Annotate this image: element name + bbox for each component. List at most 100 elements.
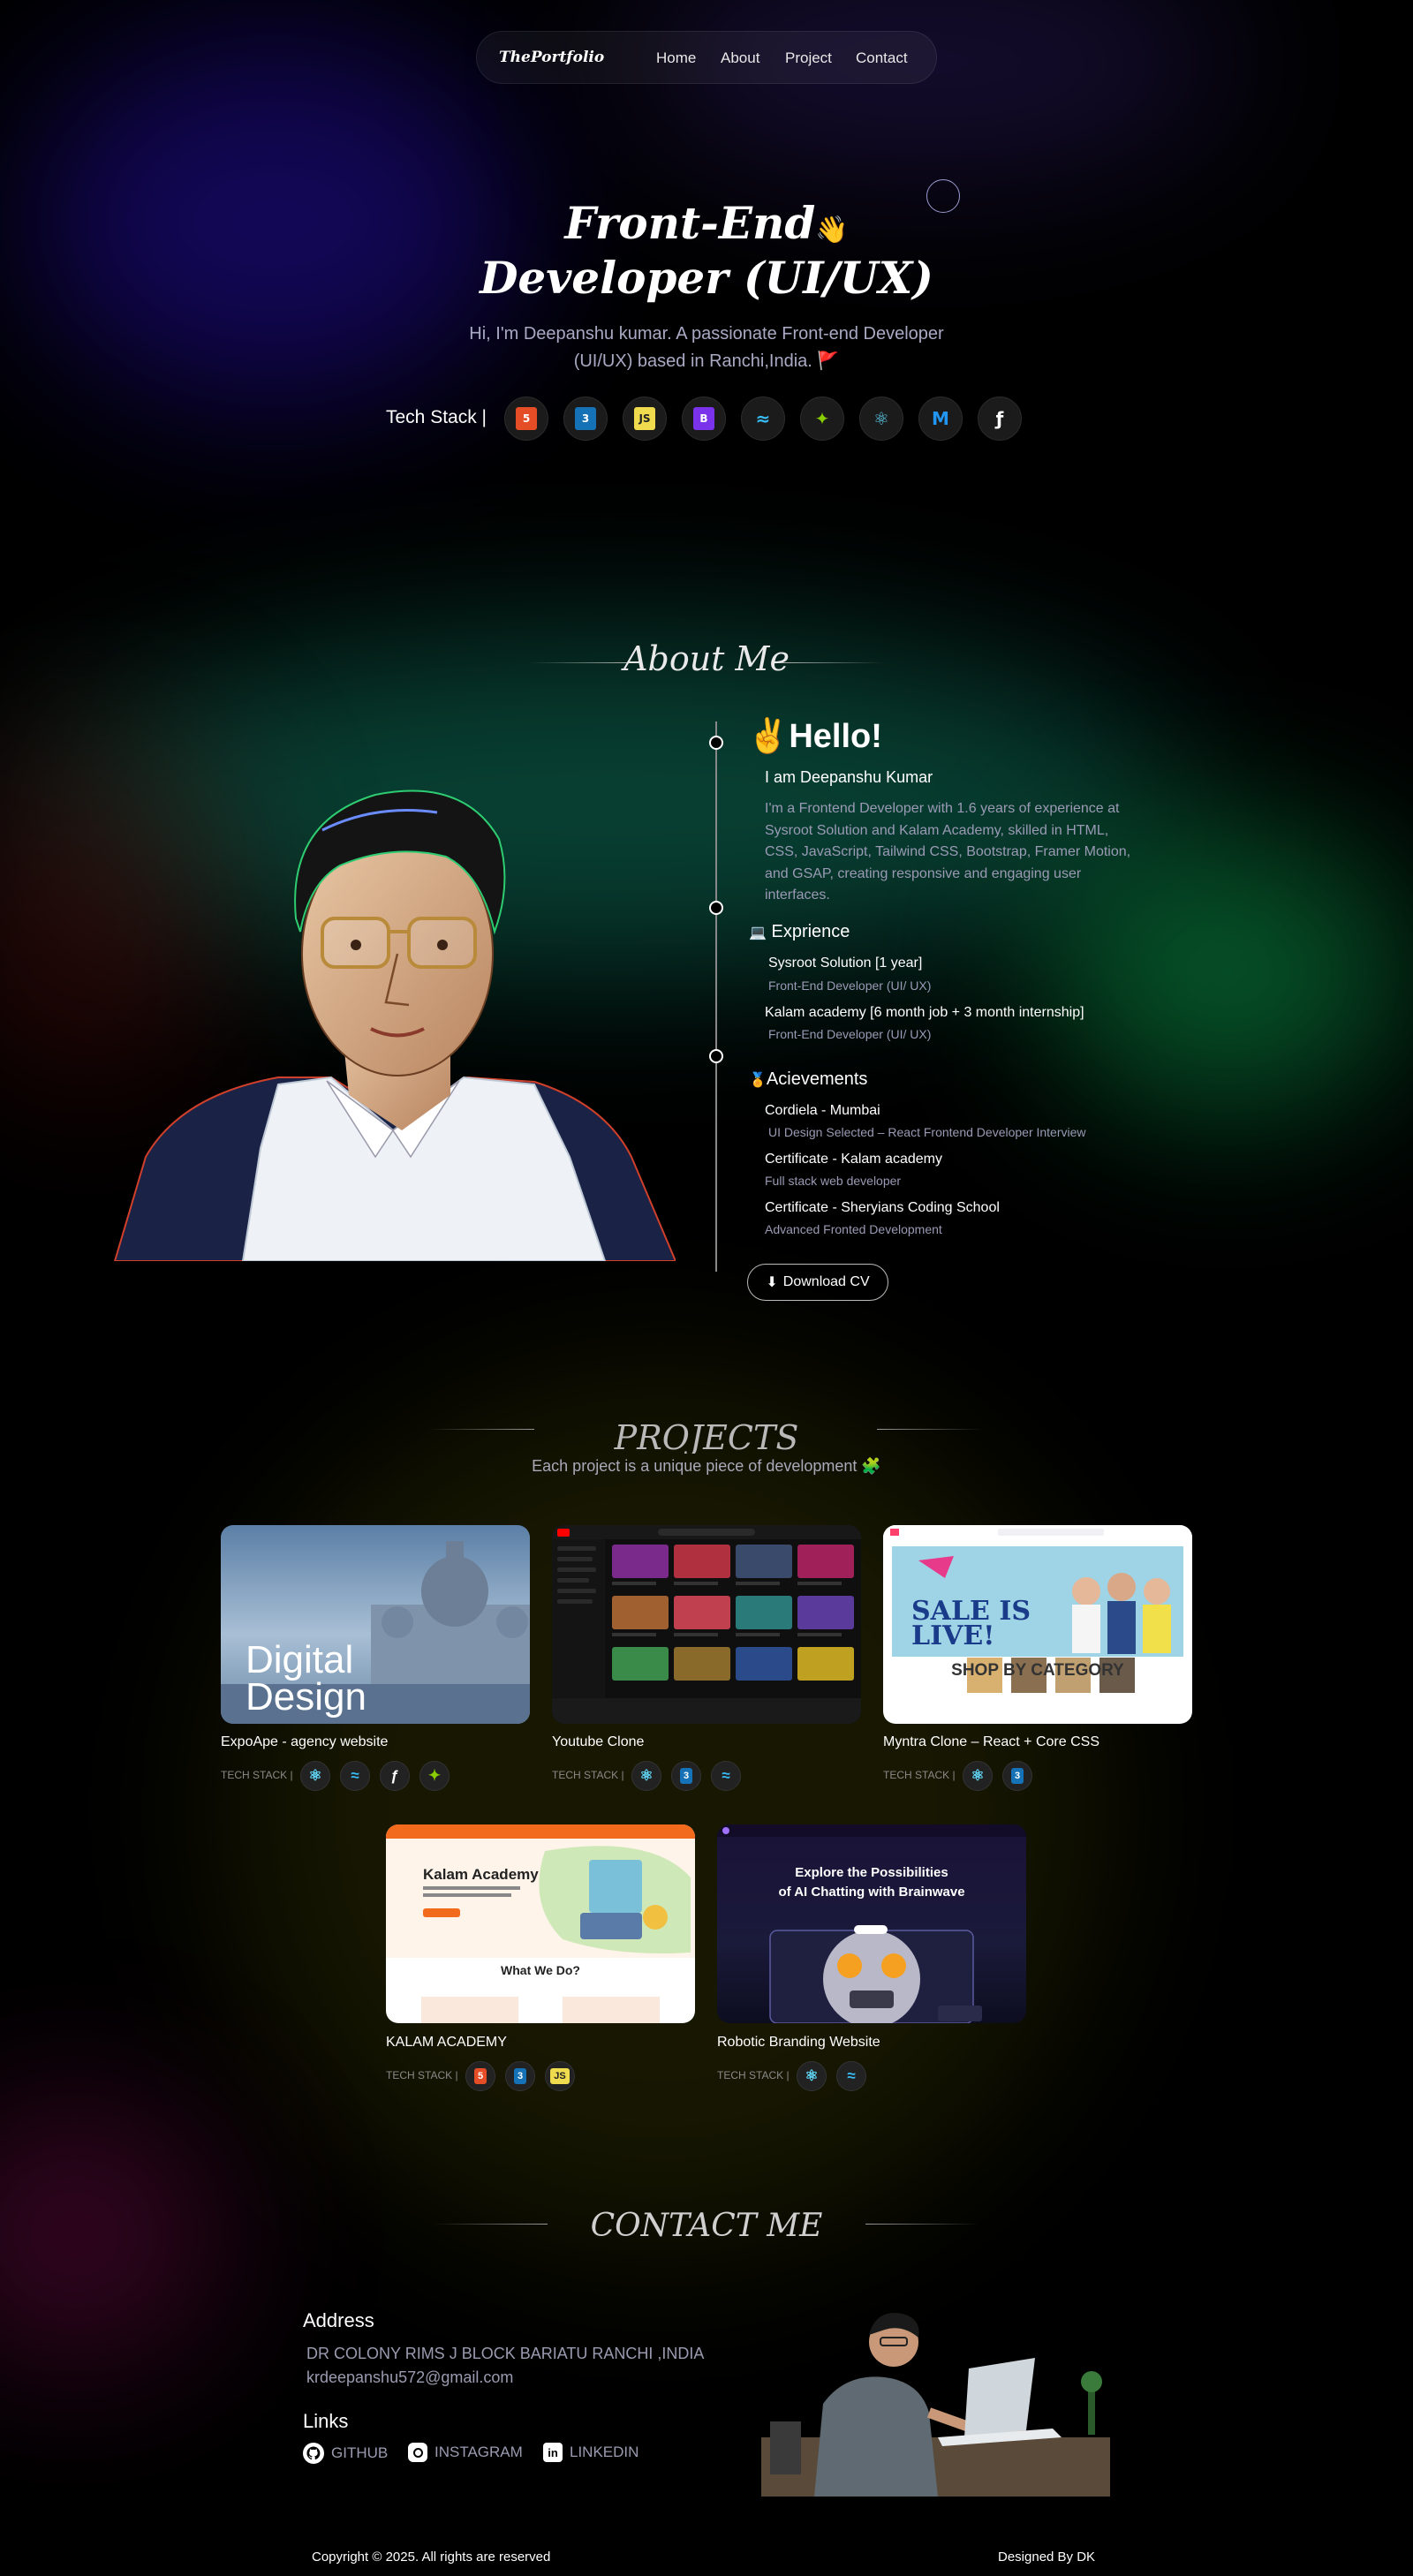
project-card-youtube[interactable] [552,1525,861,1724]
nav-link-home[interactable]: Home [656,49,696,67]
tech-stack-label: Tech Stack | [386,407,487,427]
framer-motion-icon: ƒ [380,1761,410,1791]
project-card-robotic[interactable]: Explore the Possibilities of AI Chatting… [717,1824,1026,2023]
project-tech-label: TECH STACK | [552,1769,624,1781]
project-title[interactable]: KALAM ACADEMY [386,2035,507,2051]
achievement-desc-1: UI Design Selected – React Frontend Deve… [768,1125,1086,1139]
css3-icon: 3 [563,397,608,441]
mui-icon: M [918,397,963,441]
css3-icon: 3 [1002,1761,1032,1791]
timeline-dot-hello [709,736,723,750]
experience-heading: 💻 Exprience [749,922,850,941]
javascript-icon: JS [623,397,667,441]
experience-company-1: Sysroot Solution [1 year] [768,956,923,971]
project-tech-label: TECH STACK | [717,2069,790,2081]
javascript-icon: JS [545,2061,575,2091]
tailwind-icon: ≈ [711,1761,741,1791]
react-icon: ⚛ [859,397,903,441]
achievement-desc-2: Full stack web developer [765,1174,902,1188]
working-developer-illustration [761,2289,1110,2497]
github-link[interactable]: GITHUB [303,2443,388,2464]
address-heading: Address [303,2309,374,2331]
robotic-thumb-heading: Explore the Possibilities of AI Chatting… [778,1865,965,1900]
kalam-thumb-title: Kalam Academy [423,1866,539,1883]
tailwind-icon: ≈ [836,2061,866,2091]
navbar: ThePortfolio Home About Project Contact [476,31,937,84]
react-icon: ⚛ [963,1761,993,1791]
gsap-icon: ✦ [419,1761,450,1791]
timeline-dot-achievements [709,1049,723,1063]
laptop-icon: 💻 [749,925,767,941]
download-cv-button[interactable]: ⬇ Download CV [747,1264,888,1301]
nav-link-about[interactable]: About [721,49,759,67]
html5-icon: 5 [465,2061,495,2091]
logo[interactable]: ThePortfolio [499,49,604,66]
experience-role-2: Front-End Developer (UI/ UX) [768,1027,932,1041]
project-tech-label: TECH STACK | [386,2069,458,2081]
nav-link-project[interactable]: Project [785,49,832,67]
kalam-thumb-subtitle: What We Do? [501,1963,580,1977]
css3-icon: 3 [505,2061,535,2091]
tailwind-icon: ≈ [340,1761,370,1791]
timeline-dot-experience [709,901,723,915]
links-heading: Links [303,2410,349,2432]
framer-motion-icon: ƒ [978,397,1022,441]
medal-icon: 🏅 [749,1073,767,1088]
project-title[interactable]: Youtube Clone [552,1734,644,1750]
background-glow-olive [221,1369,1104,2252]
puzzle-emoji: 🧩 [861,1457,881,1475]
experience-company-2: Kalam academy [6 month job + 3 month int… [765,1005,1084,1020]
project-title[interactable]: Robotic Branding Website [717,2035,880,2051]
about-heading: About Me [623,639,790,678]
gsap-icon: ✦ [800,397,844,441]
portrait-image [110,742,676,1261]
linkedin-link[interactable]: in LINKEDIN [543,2443,638,2462]
projects-subtitle: Each project is a unique piece of develo… [532,1457,881,1475]
myntra-thumb-sale: SALE IS LIVE! [911,1596,1031,1651]
achievement-title-1: Cordiela - Mumbai [765,1103,880,1118]
instagram-icon [408,2443,427,2462]
project-card-kalam[interactable]: Kalam Academy What We Do? [386,1824,695,2023]
react-icon: ⚛ [300,1761,330,1791]
experience-role-1: Front-End Developer (UI/ UX) [768,978,932,993]
tailwind-icon: ≈ [741,397,785,441]
html5-icon: 5 [504,397,548,441]
hero-subtitle: Hi, I'm Deepanshu kumar. A passionate Fr… [469,324,944,371]
react-icon: ⚛ [797,2061,827,2091]
footer-copyright: Copyright © 2025. All rights are reserve… [312,2550,551,2565]
hero-title-line2: Developer (UI/UX) [480,252,933,304]
projects-heading: PROJECTS [614,1418,799,1454]
nav-link-contact[interactable]: Contact [856,49,908,67]
instagram-link[interactable]: INSTAGRAM [408,2443,523,2462]
flag-emoji: 🚩 [817,351,840,371]
achievements-heading: 🏅Acievements [749,1069,868,1089]
footer-designed-by: Designed By DK [998,2550,1096,2565]
about-name: I am Deepanshu Kumar [765,768,933,786]
css3-icon: 3 [671,1761,701,1791]
project-title[interactable]: ExpoApe - agency website [221,1734,388,1750]
address-text: DR COLONY RIMS J BLOCK BARIATU RANCHI ,I… [306,2345,705,2362]
achievement-title-3: Certificate - Sheryians Coding School [765,1200,1000,1215]
download-icon: ⬇ [766,1275,778,1290]
bootstrap-icon: B [682,397,726,441]
about-timeline [715,721,717,1272]
about-bio: I'm a Frontend Developer with 1.6 years … [765,801,1131,903]
waving-hand-emoji: 👋 [815,215,849,246]
project-title[interactable]: Myntra Clone – React + Core CSS [883,1734,1099,1750]
github-icon [303,2443,324,2464]
linkedin-icon: in [543,2443,563,2462]
contact-heading: CONTACT ME [590,2208,823,2244]
project-tech-label: TECH STACK | [221,1769,293,1781]
achievement-title-2: Certificate - Kalam academy [765,1152,942,1167]
email-text[interactable]: krdeepanshu572@gmail.com [306,2368,513,2387]
background-glow-purple [618,0,1236,177]
victory-hand-emoji: ✌ [747,718,790,755]
myntra-thumb-category: SHOP BY CATEGORY [951,1661,1124,1680]
project-card-myntra[interactable]: SALE IS LIVE! SHOP BY CATEGORY [883,1525,1192,1724]
react-icon: ⚛ [631,1761,661,1791]
hello-heading: ✌Hello! [747,718,882,755]
project-card-expoape[interactable]: Digital Design [221,1525,530,1724]
achievement-desc-3: Advanced Fronted Development [765,1222,942,1236]
hero-title-line1: Front-End👋 [564,197,849,249]
expoape-thumb-text: Digital Design [246,1638,366,1719]
